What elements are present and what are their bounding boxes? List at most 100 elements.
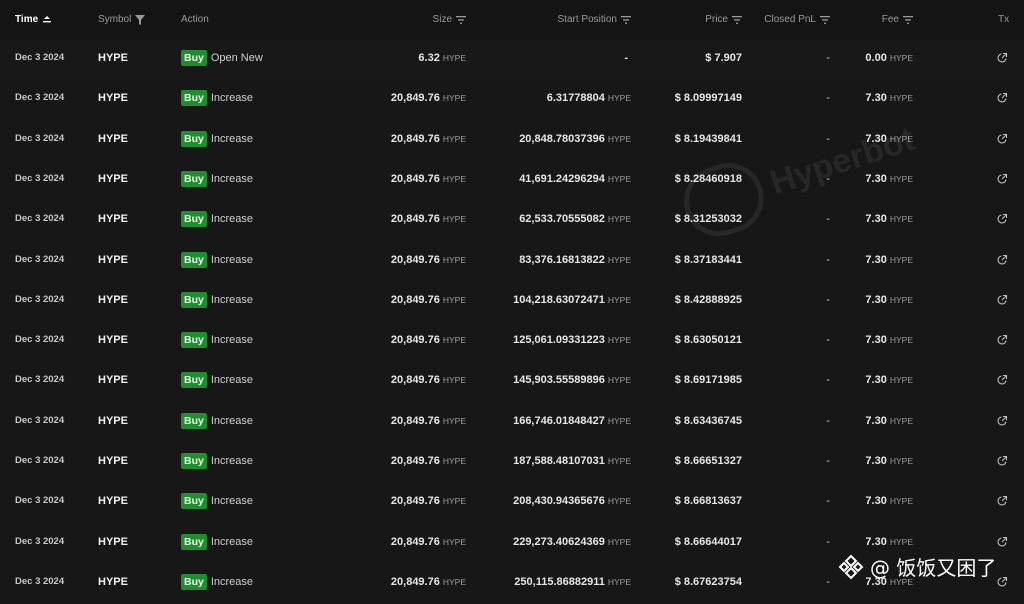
start-position-value: 145,903.55589896 [513,374,605,387]
start-position-unit: HYPE [607,456,631,466]
fee-cell: 7.30 HYPE [865,294,913,306]
closed-pnl-cell: - [826,132,830,145]
start-position-value: 166,746.01848427 [513,414,605,427]
symbol-cell[interactable]: HYPE [98,495,128,507]
external-link-icon[interactable] [996,294,1008,306]
size-value: 20,849.76 [390,535,440,548]
external-link-icon[interactable] [996,213,1008,225]
size-value: 6.32 [418,52,440,64]
external-link-icon[interactable] [996,415,1008,427]
size-value: 20,849.76 [390,374,440,387]
tx-link[interactable] [996,576,1008,588]
tx-link[interactable] [996,52,1008,64]
time-cell: Dec 3 2024 [15,132,65,144]
external-link-icon[interactable] [996,576,1008,588]
column-symbol[interactable]: Symbol [98,14,146,25]
column-time[interactable]: Time [15,14,52,25]
table-row[interactable]: Dec 3 2024 HYPE Buy Increase 20,849.76 HYPE 18… [0,443,1024,483]
tx-link[interactable] [996,294,1008,306]
symbol-cell[interactable]: HYPE [98,576,128,588]
column-action[interactable]: Action [181,14,209,25]
symbol-cell[interactable]: HYPE [98,536,128,548]
table-row[interactable]: Dec 3 2024 HYPE Buy Increase 20,849.76 HYPE 20… [0,121,1024,161]
column-price[interactable]: Price [705,14,742,25]
external-link-icon[interactable] [996,133,1008,145]
external-link-icon[interactable] [996,455,1008,467]
size-value: 20,849.76 [390,495,440,508]
tx-link[interactable] [996,455,1008,467]
start-position-unit: HYPE [607,375,631,386]
sort-icon[interactable] [42,15,52,24]
sort-icon[interactable] [456,15,466,24]
closed-pnl-cell: - [826,414,830,427]
sort-icon[interactable] [621,15,631,24]
start-position-value: 104,218.63072471 [513,293,605,306]
filter-icon[interactable] [135,14,146,25]
start-position-cell: 166,746.01848427 HYPE [513,415,631,427]
symbol-cell[interactable]: HYPE [98,92,128,104]
tx-link[interactable] [996,173,1008,185]
table-row[interactable]: Dec 3 2024 HYPE Buy Open New 6.32 HYPE - $ 7.90… [0,40,1024,80]
sort-icon[interactable] [820,15,830,24]
tx-link[interactable] [996,334,1008,346]
external-link-icon[interactable] [996,536,1008,548]
sort-icon[interactable] [903,15,913,24]
action-label: Increase [210,293,254,306]
start-position-cell: 41,691.24296294 HYPE [519,173,631,185]
table-row[interactable]: Dec 3 2024 HYPE Buy Increase 20,849.76 HYPE 6.… [0,80,1024,120]
symbol-cell[interactable]: HYPE [98,173,128,185]
symbol-cell[interactable]: HYPE [98,254,128,266]
action-cell: Buy Increase [181,533,253,550]
table-row[interactable]: Dec 3 2024 HYPE Buy Increase 20,849.76 HYPE 83… [0,242,1024,282]
table-row[interactable]: Dec 3 2024 HYPE Buy Increase 20,849.76 HYPE 14… [0,362,1024,402]
table-row[interactable]: Dec 3 2024 HYPE Buy Increase 20,849.76 HYPE 16… [0,403,1024,443]
size-value: 20,849.76 [390,132,440,145]
size-unit: HYPE [442,93,466,104]
symbol-cell[interactable]: HYPE [98,374,128,386]
external-link-icon[interactable] [996,254,1008,266]
tx-link[interactable] [996,495,1008,507]
external-link-icon[interactable] [996,374,1008,386]
column-closed-pnl[interactable]: Closed PnL [764,14,830,25]
external-link-icon[interactable] [996,92,1008,104]
symbol-cell[interactable]: HYPE [98,334,128,346]
tx-link[interactable] [996,92,1008,104]
external-link-icon[interactable] [996,52,1008,64]
start-position-unit: HYPE [607,576,631,587]
fee-value: 7.30 [865,374,887,387]
sort-icon[interactable] [732,15,742,24]
column-size[interactable]: Size [433,14,466,25]
symbol-cell[interactable]: HYPE [98,455,128,467]
table-row[interactable]: Dec 3 2024 HYPE Buy Increase 20,849.76 HYPE 10… [0,282,1024,322]
tx-link[interactable] [996,213,1008,225]
size-unit: HYPE [442,53,466,63]
symbol-cell[interactable]: HYPE [98,213,128,225]
tx-link[interactable] [996,536,1008,548]
table-row[interactable]: Dec 3 2024 HYPE Buy Increase 20,849.76 HYPE 20… [0,483,1024,523]
fee-unit: HYPE [889,496,913,507]
tx-link[interactable] [996,254,1008,266]
fee-cell: 7.30 HYPE [865,495,913,507]
size-cell: 20,849.76 HYPE [391,495,466,507]
column-time-label: Time [15,14,39,25]
size-cell: 20,849.76 HYPE [391,334,466,346]
start-position-unit: HYPE [607,335,631,346]
table-row[interactable]: Dec 3 2024 HYPE Buy Increase 20,849.76 HYPE 12… [0,322,1024,362]
buy-badge: Buy [181,533,207,550]
external-link-icon[interactable] [996,173,1008,185]
symbol-cell[interactable]: HYPE [98,294,128,306]
table-row[interactable]: Dec 3 2024 HYPE Buy Increase 20,849.76 HYPE 62… [0,201,1024,241]
symbol-cell[interactable]: HYPE [98,133,128,145]
action-cell: Buy Increase [181,170,253,187]
column-start-position[interactable]: Start Position [558,14,631,25]
symbol-cell[interactable]: HYPE [98,52,128,64]
external-link-icon[interactable] [996,495,1008,507]
start-position-value: 187,588.48107031 [513,455,605,467]
column-fee[interactable]: Fee [882,14,913,25]
tx-link[interactable] [996,415,1008,427]
tx-link[interactable] [996,133,1008,145]
external-link-icon[interactable] [996,334,1008,346]
tx-link[interactable] [996,374,1008,386]
table-row[interactable]: Dec 3 2024 HYPE Buy Increase 20,849.76 HYPE 41… [0,161,1024,201]
symbol-cell[interactable]: HYPE [98,415,128,427]
